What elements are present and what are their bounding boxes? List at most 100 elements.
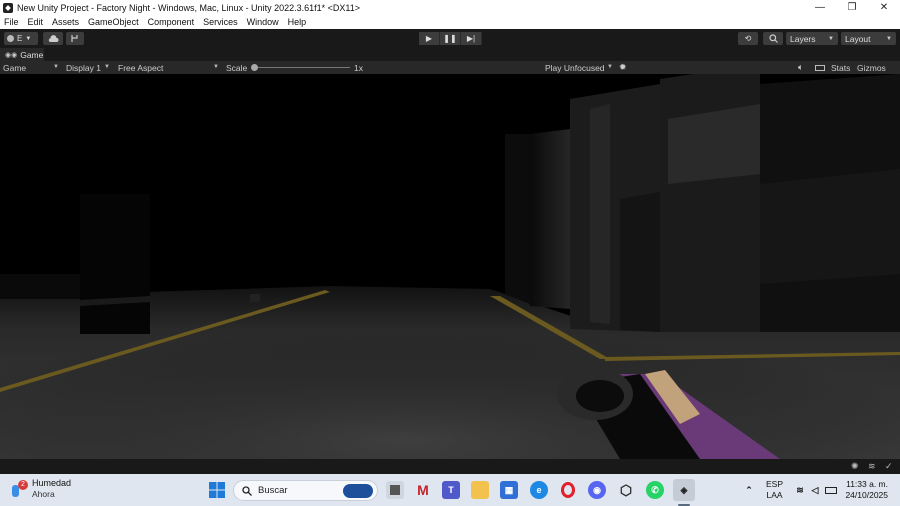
notification-badge: 2 bbox=[18, 480, 28, 490]
layers-label: Layers bbox=[790, 33, 816, 44]
clock-date: 24/10/2025 bbox=[845, 490, 888, 500]
search-box[interactable]: Buscar bbox=[233, 480, 378, 501]
scale-slider-handle[interactable] bbox=[251, 64, 258, 71]
unity-logo-icon bbox=[3, 2, 13, 13]
stats-button[interactable]: Stats bbox=[831, 61, 850, 74]
search-button[interactable] bbox=[763, 32, 783, 45]
weather-title: Humedad bbox=[32, 478, 72, 488]
file-explorer-app[interactable] bbox=[471, 481, 489, 499]
opera-icon bbox=[561, 482, 575, 498]
task-view-icon bbox=[390, 485, 400, 495]
teams-icon: T bbox=[448, 485, 454, 495]
menu-component[interactable]: Component bbox=[148, 17, 195, 27]
step-icon: ▶| bbox=[466, 34, 476, 43]
store-icon: ▦ bbox=[504, 484, 514, 495]
display-dropdown[interactable]: Display 1 ▼ bbox=[66, 61, 112, 74]
layout-dropdown[interactable]: Layout ▼ bbox=[841, 32, 896, 45]
bug-icon: ✹ bbox=[619, 62, 627, 72]
show-hidden-icons-button[interactable]: ⌃ bbox=[740, 481, 758, 499]
unity-editor-app[interactable]: ◈ bbox=[673, 479, 695, 501]
mcafee-app[interactable]: M bbox=[414, 481, 432, 499]
unity-hub-icon: ⬡ bbox=[619, 481, 633, 498]
close-button[interactable]: ✕ bbox=[868, 0, 900, 15]
clock-time: 11:33 a. m. bbox=[846, 479, 888, 489]
history-icon: ⟲ bbox=[744, 34, 752, 43]
gizmos-label: Gizmos bbox=[857, 62, 886, 73]
chevron-down-icon: ▼ bbox=[828, 35, 834, 42]
weather-subtitle: Ahora bbox=[32, 489, 55, 499]
mcafee-icon: M bbox=[417, 482, 429, 498]
account-dropdown[interactable]: E ▼ bbox=[4, 32, 38, 45]
restore-button[interactable]: ❐ bbox=[836, 0, 868, 15]
teams-app[interactable]: T bbox=[442, 481, 460, 499]
chevron-down-icon: ▼ bbox=[25, 35, 32, 42]
account-label: E bbox=[17, 34, 23, 43]
menu-assets[interactable]: Assets bbox=[52, 17, 79, 27]
task-view-button[interactable] bbox=[386, 481, 404, 499]
check-icon[interactable]: ✓ bbox=[885, 461, 893, 472]
layers-dropdown[interactable]: Layers ▼ bbox=[786, 32, 838, 45]
cache-server-icon[interactable]: ≋ bbox=[868, 461, 876, 472]
menu-services[interactable]: Services bbox=[203, 17, 238, 27]
collab-button[interactable] bbox=[66, 32, 84, 45]
cloud-button[interactable] bbox=[43, 32, 63, 45]
store-app[interactable]: ▦ bbox=[500, 481, 518, 499]
wifi-icon: ≋ bbox=[796, 484, 804, 495]
keyboard-button[interactable] bbox=[815, 61, 825, 74]
windows-logo-icon bbox=[209, 482, 225, 498]
opera-app[interactable] bbox=[559, 481, 577, 499]
tab-row: ◉◉ Game bbox=[0, 48, 900, 61]
aspect-dropdown[interactable]: Free Aspect ▼ bbox=[118, 61, 220, 74]
search-icon bbox=[768, 34, 778, 43]
game-scene bbox=[0, 74, 900, 459]
weather-icon: 2 bbox=[10, 480, 28, 497]
game-controls-bar: Game ▼ Display 1 ▼ Free Aspect ▼ Scale 1… bbox=[0, 61, 900, 74]
chevron-down-icon: ▼ bbox=[886, 35, 892, 42]
unity-hub-app[interactable]: ⬡ bbox=[617, 481, 635, 499]
layout-label: Layout bbox=[845, 33, 871, 44]
play-focus-dropdown[interactable]: Play Unfocused ▼ bbox=[545, 61, 615, 74]
system-clock[interactable]: 11:33 a. m. 24/10/2025 bbox=[845, 479, 888, 501]
menu-help[interactable]: Help bbox=[288, 17, 307, 27]
chrome-app[interactable]: e bbox=[530, 481, 548, 499]
chevron-down-icon: ▼ bbox=[607, 64, 613, 70]
step-button[interactable]: ▶| bbox=[461, 32, 482, 45]
start-button[interactable] bbox=[208, 481, 226, 499]
search-placeholder: Buscar bbox=[258, 485, 288, 496]
chevron-down-icon: ▼ bbox=[213, 64, 219, 70]
language-indicator[interactable]: ESP LAA bbox=[766, 479, 783, 501]
scale-value: 1x bbox=[354, 62, 363, 73]
lighting-icon[interactable]: ✺ bbox=[851, 461, 859, 472]
display-label: Display 1 bbox=[66, 62, 101, 73]
minimize-button[interactable]: — bbox=[804, 0, 836, 15]
pause-button[interactable]: ❚❚ bbox=[440, 32, 461, 45]
menu-edit[interactable]: Edit bbox=[28, 17, 44, 27]
menu-file[interactable]: File bbox=[4, 17, 19, 27]
menu-window[interactable]: Window bbox=[247, 17, 279, 27]
discord-app[interactable]: ◉ bbox=[588, 481, 606, 499]
game-mode-dropdown[interactable]: Game ▼ bbox=[3, 61, 59, 74]
settings-button[interactable]: ✹ bbox=[619, 61, 627, 74]
scale-label: Scale bbox=[226, 62, 248, 73]
play-button[interactable]: ▶ bbox=[419, 32, 440, 45]
menu-gameobject[interactable]: GameObject bbox=[88, 17, 139, 27]
tab-game[interactable]: ◉◉ Game bbox=[0, 48, 44, 61]
weather-widget[interactable]: 2 Humedad Ahora bbox=[10, 478, 71, 500]
search-highlight-icon bbox=[343, 484, 373, 498]
keyboard-icon bbox=[815, 64, 825, 71]
chevron-down-icon: ▼ bbox=[53, 64, 59, 70]
gizmos-dropdown[interactable]: Gizmos bbox=[857, 61, 897, 74]
search-icon bbox=[242, 485, 252, 496]
main-toolbar: E ▼ ▶ ❚❚ ▶| ⟲ Layers ▼ Layout ▼ bbox=[0, 29, 900, 48]
play-focus-label: Play Unfocused bbox=[545, 62, 605, 73]
keyboard-layout: LAA bbox=[766, 490, 783, 500]
battery-button[interactable] bbox=[822, 481, 840, 499]
scale-slider-track[interactable] bbox=[255, 67, 350, 68]
speaker-icon: ◁ bbox=[811, 484, 819, 495]
mute-audio-button[interactable]: 🔈︎ bbox=[798, 61, 803, 74]
game-viewport[interactable] bbox=[0, 74, 900, 459]
whatsapp-app[interactable]: ✆ bbox=[646, 481, 664, 499]
pause-icon: ❚❚ bbox=[443, 34, 457, 43]
aspect-label: Free Aspect bbox=[118, 62, 164, 73]
history-button[interactable]: ⟲ bbox=[738, 32, 758, 45]
